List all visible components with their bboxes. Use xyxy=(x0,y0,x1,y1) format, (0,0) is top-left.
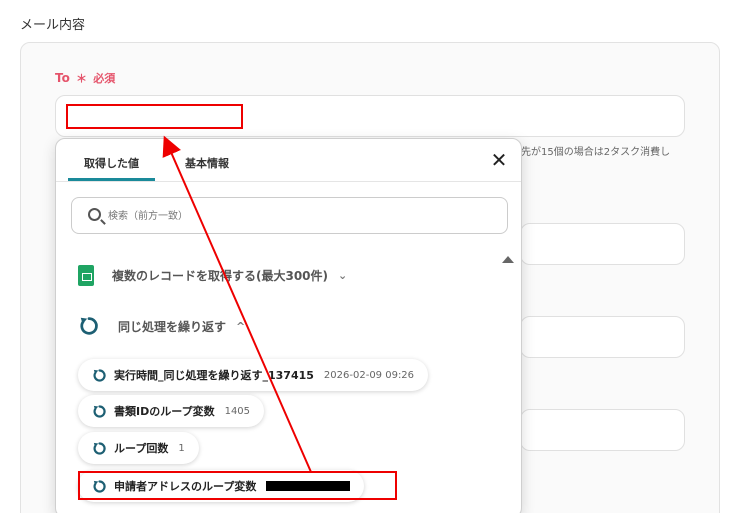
chip-value: 1 xyxy=(178,442,185,454)
tab-obtained-values[interactable]: 取得した値 xyxy=(68,153,155,181)
chevron-up-icon: ^ xyxy=(236,319,246,333)
close-icon[interactable]: ✕ xyxy=(489,150,509,171)
form-input-3[interactable] xyxy=(520,316,685,358)
value-chip-document-id[interactable]: 書類IDのループ変数 1405 xyxy=(78,395,265,427)
tab-divider xyxy=(56,181,521,182)
required-mark: ＊ xyxy=(76,72,88,85)
form-input-4[interactable] xyxy=(520,409,685,451)
scroll-up-arrow-icon[interactable] xyxy=(502,256,514,263)
value-picker-popup: 取得した値 基本情報 ✕ 複数のレコードを取得する(最大300件) ⌄ 同じ処理… xyxy=(55,138,522,513)
chip-label: ループ回数 xyxy=(114,442,169,455)
task-consumption-hint: 先が15個の場合は2タスク消費し xyxy=(521,147,671,158)
to-label-text: To xyxy=(55,71,70,85)
loop-icon xyxy=(93,404,106,418)
search-icon xyxy=(88,208,101,221)
search-input[interactable] xyxy=(108,207,498,225)
popup-tabs: 取得した値 基本情報 xyxy=(68,153,245,181)
loop-icon xyxy=(80,317,98,335)
section-title: メール内容 xyxy=(20,18,86,33)
value-chip-loop-count[interactable]: ループ回数 1 xyxy=(78,432,199,464)
group-get-records[interactable]: 複数のレコードを取得する(最大300件) ⌄ xyxy=(78,265,347,286)
search-box[interactable] xyxy=(71,197,508,234)
form-input-2[interactable] xyxy=(520,223,685,265)
chevron-down-icon: ⌄ xyxy=(338,269,348,282)
loop-icon xyxy=(93,368,106,382)
tab-basic-info[interactable]: 基本情報 xyxy=(169,153,245,181)
group-label: 同じ処理を繰り返す xyxy=(118,319,227,334)
chip-label: 実行時間_同じ処理を繰り返す_137415 xyxy=(114,369,314,382)
chip-label: 書類IDのループ変数 xyxy=(114,405,215,418)
chip-value: 1405 xyxy=(224,405,251,417)
google-sheets-icon xyxy=(78,265,94,286)
group-loop[interactable]: 同じ処理を繰り返す ^ xyxy=(78,315,245,337)
value-chip-execution-time[interactable]: 実行時間_同じ処理を繰り返す_137415 2026-02-09 09:26 xyxy=(78,359,429,391)
chip-value: 2026-02-09 09:26 xyxy=(323,369,415,381)
chip-highlight-box xyxy=(78,471,397,500)
group-label: 複数のレコードを取得する(最大300件) xyxy=(112,269,329,283)
required-text: 必須 xyxy=(93,72,116,85)
to-input-highlight-box xyxy=(66,104,243,129)
loop-icon xyxy=(93,441,106,455)
to-field-label: To ＊ 必須 xyxy=(55,70,115,86)
